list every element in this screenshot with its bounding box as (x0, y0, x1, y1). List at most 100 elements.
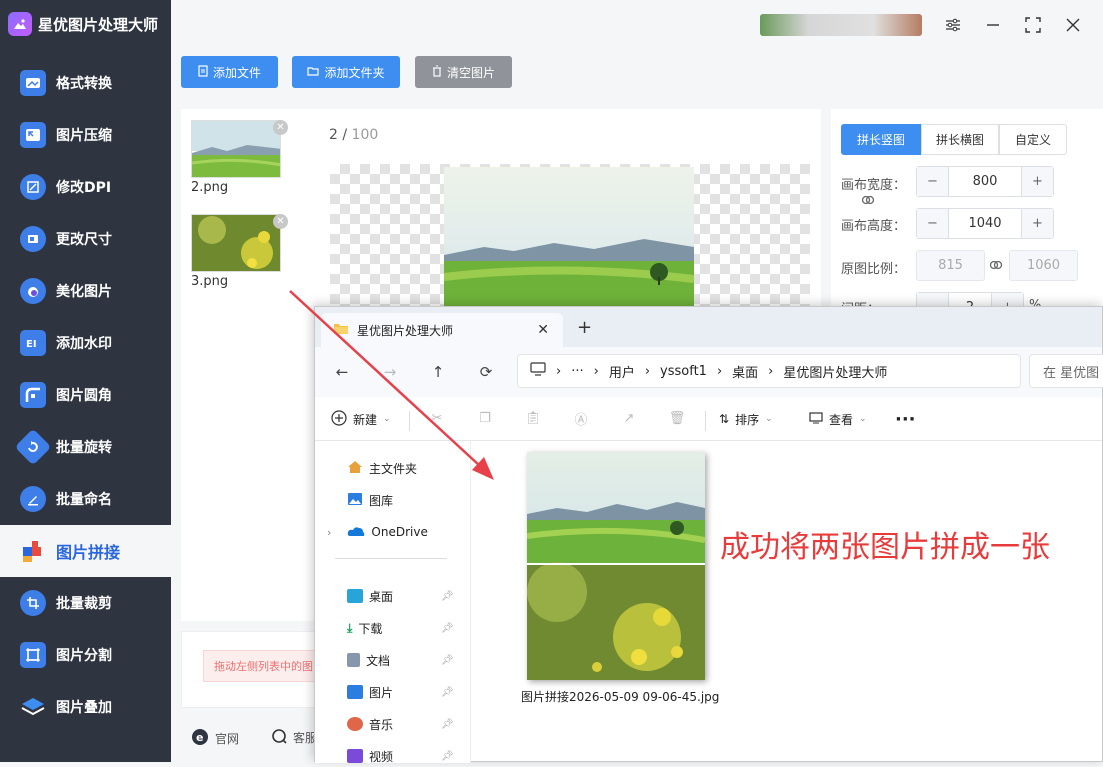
more-options-icon[interactable]: ··· (895, 407, 916, 431)
result-image-thumbnail[interactable] (527, 452, 705, 680)
cut-icon[interactable]: ✂ (427, 408, 447, 428)
folder-icon (333, 322, 349, 338)
ratio-height-field: 1060 (1009, 250, 1078, 281)
pin-icon[interactable]: 📌︎ (441, 655, 454, 666)
explorer-address-bar: ← → ↑ ⟳ › ··· › 用户 › yssoft1 › 桌面 › 星优图片… (315, 347, 1103, 397)
pin-icon[interactable]: 📌︎ (441, 687, 454, 698)
nav-desktop[interactable]: 桌面 (347, 585, 393, 607)
close-tab-icon[interactable]: ✕ (537, 322, 549, 338)
up-icon[interactable]: ↑ (427, 361, 449, 383)
plus-circle-icon (331, 409, 347, 429)
sort-icon: ⇅ (719, 412, 730, 426)
layers-icon (20, 694, 46, 720)
sidebar-item-overlay[interactable]: 图片叠加 (0, 681, 171, 733)
clear-images-button[interactable]: 清空图片 (415, 56, 512, 88)
sidebar-item-compress[interactable]: 图片压缩 (0, 109, 171, 161)
back-icon[interactable]: ← (331, 361, 353, 383)
breadcrumb-item[interactable]: 星优图片处理大师 (783, 362, 887, 381)
breadcrumb-item[interactable]: 桌面 (732, 362, 758, 381)
explorer-command-bar: 新建 ⌄ ✂ ❐ 📋︎ Ⓐ ↗ 🗑︎ ⇅ 排序 ⌄ 查看 ⌄ ··· (315, 397, 1102, 441)
canvas-width-value[interactable]: 800 (948, 167, 1022, 196)
decrement-button[interactable]: − (917, 167, 948, 196)
pin-icon[interactable]: 📌︎ (441, 591, 454, 602)
nav-pictures[interactable]: 图片 (347, 681, 393, 703)
add-folder-label: 添加文件夹 (324, 65, 385, 80)
format-convert-icon (20, 70, 46, 96)
explorer-tab[interactable]: 星优图片处理大师 ✕ (321, 313, 563, 347)
close-icon[interactable] (1062, 14, 1084, 36)
breadcrumb-item[interactable]: 用户 (609, 362, 635, 381)
breadcrumb[interactable]: › ··· › 用户 › yssoft1 › 桌面 › 星优图片处理大师 (517, 354, 1021, 388)
decrement-button[interactable]: − (917, 209, 948, 238)
nav-music[interactable]: 音乐 (347, 713, 393, 735)
search-input[interactable]: 在 星优图 (1029, 354, 1103, 388)
resize-icon (20, 226, 46, 252)
trash-icon (432, 65, 442, 80)
increment-button[interactable]: + (1022, 209, 1053, 238)
more-icon[interactable]: ··· (571, 364, 583, 379)
divider (335, 558, 447, 559)
sidebar-item-stitch[interactable]: 图片拼接 (0, 525, 171, 577)
nav-documents[interactable]: 文档 (347, 649, 390, 671)
tab-custom[interactable]: 自定义 (999, 124, 1067, 155)
tab-horizontal-stitch[interactable]: 拼长横图 (921, 124, 999, 155)
sort-button[interactable]: ⇅ 排序 ⌄ (719, 407, 773, 431)
watermark-icon: EI (20, 330, 46, 356)
sidebar-item-label: 更改尺寸 (56, 232, 112, 248)
pin-icon[interactable]: 📌︎ (441, 623, 454, 634)
remove-file-icon[interactable]: ✕ (273, 120, 288, 135)
sidebar-item-beautify[interactable]: 美化图片 (0, 265, 171, 317)
nav-videos[interactable]: 视频 (347, 745, 393, 767)
paste-icon[interactable]: 📋︎ (523, 408, 543, 428)
settings-icon[interactable] (942, 14, 964, 36)
sidebar-item-rename[interactable]: 批量命名 (0, 473, 171, 525)
chevron-right-icon: › (556, 363, 562, 379)
folder-icon (307, 65, 320, 79)
website-link[interactable]: e 官网 (191, 728, 239, 749)
pin-icon[interactable]: 📌︎ (441, 751, 454, 762)
sidebar-item-round-corner[interactable]: 图片圆角 (0, 369, 171, 421)
sidebar-item-watermark[interactable]: EI 添加水印 (0, 317, 171, 369)
delete-icon[interactable]: 🗑︎ (667, 408, 687, 428)
link-ratio-icon[interactable] (861, 193, 875, 211)
view-button[interactable]: 查看 ⌄ (809, 407, 867, 431)
breadcrumb-item[interactable]: yssoft1 (660, 364, 707, 379)
gallery-icon (347, 492, 363, 509)
nav-home[interactable]: 主文件夹 (347, 457, 417, 479)
sidebar-item-label: 美化图片 (56, 284, 112, 300)
sidebar-item-label: 添加水印 (56, 336, 112, 352)
nav-onedrive[interactable]: › OneDrive (327, 521, 428, 543)
pin-icon[interactable]: 📌︎ (441, 719, 454, 730)
sidebar-item-resize[interactable]: 更改尺寸 (0, 213, 171, 265)
minimize-icon[interactable] (982, 14, 1004, 36)
copy-icon[interactable]: ❐ (475, 408, 495, 428)
sidebar-item-rotate[interactable]: 批量旋转 (0, 421, 171, 473)
new-tab-icon[interactable]: + (577, 317, 592, 338)
sidebar-item-format-convert[interactable]: 格式转换 (0, 57, 171, 109)
canvas-height-stepper: − 1040 + (916, 208, 1054, 239)
forward-icon[interactable]: → (379, 361, 401, 383)
sidebar-item-label: 修改DPI (56, 180, 112, 196)
increment-button[interactable]: + (1022, 167, 1053, 196)
sidebar-item-dpi[interactable]: 修改DPI (0, 161, 171, 213)
support-link[interactable]: 客服 (271, 728, 317, 747)
nav-gallery[interactable]: 图库 (347, 489, 393, 511)
new-button[interactable]: 新建 ⌄ (331, 407, 391, 431)
tab-vertical-stitch[interactable]: 拼长竖图 (841, 124, 921, 155)
link-icon (989, 258, 1003, 276)
rename-icon[interactable]: Ⓐ (571, 408, 591, 428)
result-file-name[interactable]: 图片拼接2026-05-09 09-06-45.jpg (521, 688, 719, 705)
thumbnail-landscape[interactable] (191, 120, 281, 178)
maximize-icon[interactable] (1022, 14, 1044, 36)
share-icon[interactable]: ↗ (619, 408, 639, 428)
support-icon (271, 728, 287, 747)
sidebar-item-crop[interactable]: 批量裁剪 (0, 577, 171, 629)
remove-file-icon[interactable]: ✕ (273, 214, 288, 229)
sidebar-item-split[interactable]: 图片分割 (0, 629, 171, 681)
refresh-icon[interactable]: ⟳ (475, 361, 497, 383)
add-folder-button[interactable]: 添加文件夹 (292, 56, 400, 88)
thumbnail-flowers[interactable] (191, 214, 281, 272)
nav-downloads[interactable]: ⤓ 下载 (347, 617, 382, 639)
canvas-height-value[interactable]: 1040 (948, 209, 1022, 238)
add-file-button[interactable]: 添加文件 (181, 56, 278, 88)
